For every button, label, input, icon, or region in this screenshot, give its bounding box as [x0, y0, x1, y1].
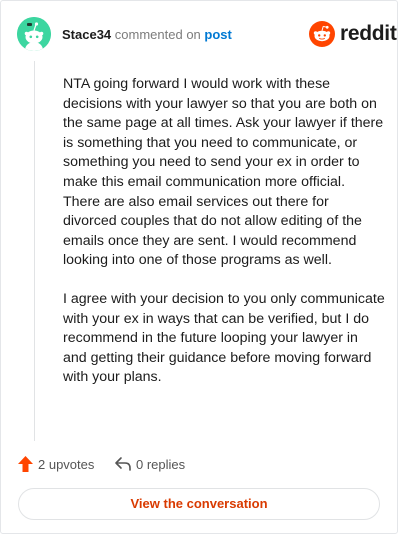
upvote-count: 2 upvotes: [38, 457, 95, 472]
view-conversation-button[interactable]: View the conversation: [18, 488, 380, 520]
reply-count: 0 replies: [136, 457, 186, 472]
reddit-brand[interactable]: reddit: [309, 21, 397, 47]
thread-line: [34, 61, 35, 441]
reddit-wordmark: reddit: [340, 22, 397, 45]
upvote-arrow-icon: [18, 456, 33, 472]
reddit-logo-icon: [309, 21, 335, 47]
upvote-button[interactable]: 2 upvotes: [17, 454, 102, 474]
comment-card: Stace34 commented on post reddit NTA goi…: [0, 0, 398, 534]
comment-body: NTA going forward I would work with thes…: [63, 75, 385, 407]
snoo-avatar-icon[interactable]: [17, 17, 51, 51]
username-link[interactable]: Stace34: [62, 27, 111, 42]
reply-button[interactable]: 0 replies: [114, 454, 194, 474]
comment-paragraph: I agree with your decision to you only c…: [63, 290, 385, 386]
comment-header: Stace34 commented on post reddit: [17, 17, 397, 51]
reply-arrow-icon: [115, 457, 131, 471]
comment-paragraph: NTA going forward I would work with thes…: [63, 76, 384, 269]
comment-meta: Stace34 commented on post: [62, 27, 232, 42]
action-text: commented on: [114, 27, 201, 42]
post-link[interactable]: post: [204, 27, 231, 42]
